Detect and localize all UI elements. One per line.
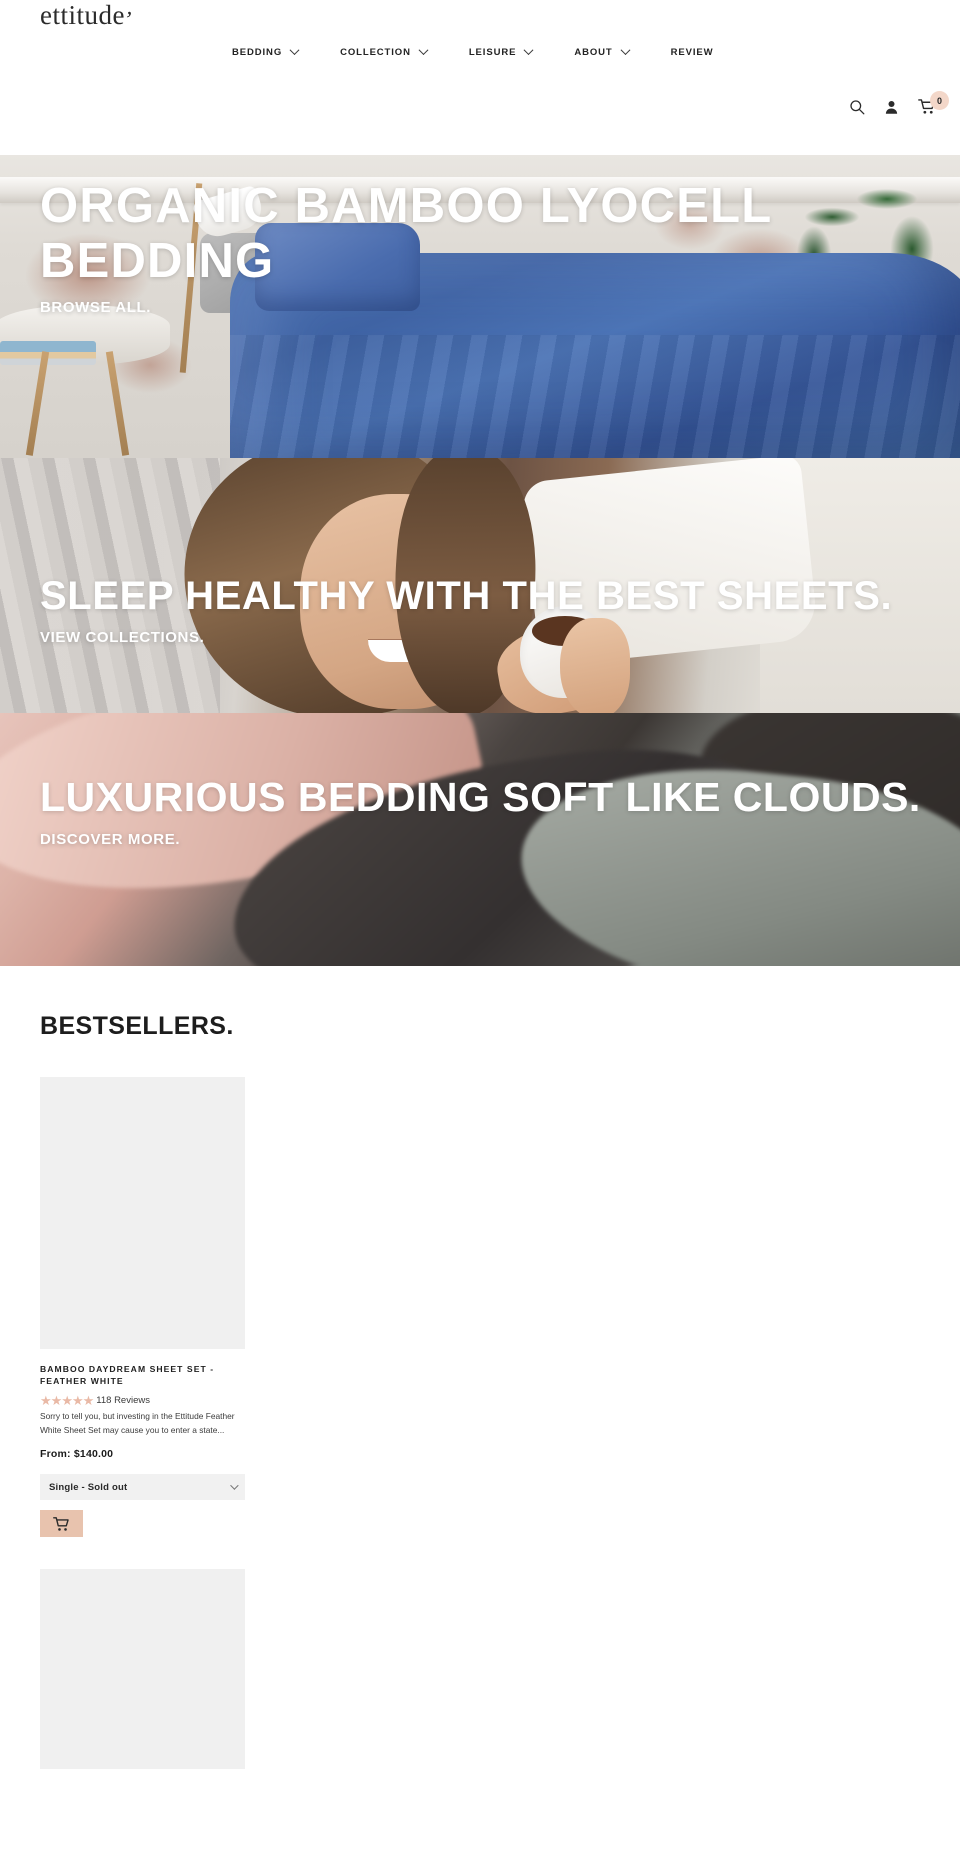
- product-description: Sorry to tell you, but investing in the …: [40, 1410, 235, 1435]
- product-grid: BAMBOO DAYDREAM SHEET SET - FEATHER WHIT…: [40, 1077, 920, 1770]
- nav-label-review: REVIEW: [670, 47, 714, 58]
- hero-banner-bedding[interactable]: ORGANIC BAMBOO LYOCELL BEDDING BROWSE AL…: [0, 155, 960, 458]
- site-header: ettitude’ BEDDING COLLECTION LEISURE ABO…: [0, 0, 960, 155]
- bestsellers-section: BESTSELLERS. BAMBOO DAYDREAM SHEET SET -…: [0, 966, 960, 1770]
- banner-sleep-healthy-title: SLEEP HEALTHY WITH THE BEST SHEETS.: [40, 574, 893, 618]
- product-image-next[interactable]: [40, 1569, 245, 1770]
- product-rating: ★ ★ ★ ★ ★ 118 Reviews: [40, 1394, 245, 1407]
- logo-text: ettitude: [40, 0, 125, 30]
- hero-banner-title: ORGANIC BAMBOO LYOCELL BEDDING: [40, 179, 772, 288]
- nav-label-bedding: BEDDING: [232, 47, 283, 58]
- hero-banner-content: ORGANIC BAMBOO LYOCELL BEDDING BROWSE AL…: [40, 179, 960, 317]
- main-navigation: BEDDING COLLECTION LEISURE ABOUT REVIEW: [232, 44, 714, 58]
- nav-label-about: ABOUT: [574, 47, 613, 58]
- logo-tail: ’: [122, 6, 135, 33]
- nav-label-leisure: LEISURE: [468, 47, 517, 58]
- account-icon[interactable]: [884, 99, 899, 115]
- chevron-down-icon: [230, 1481, 239, 1490]
- cart-icon: [53, 1516, 69, 1531]
- banner-luxurious-bedding[interactable]: LUXURIOUS BEDDING SOFT LIKE CLOUDS. DISC…: [0, 713, 960, 966]
- variant-select[interactable]: Single - Sold out: [40, 1474, 245, 1501]
- discover-more-link[interactable]: DISCOVER MORE.: [40, 831, 180, 848]
- variant-select-value: Single - Sold out: [49, 1481, 128, 1493]
- nav-item-leisure[interactable]: LEISURE: [468, 44, 534, 58]
- bestsellers-heading: BESTSELLERS.: [40, 1012, 234, 1040]
- chevron-down-icon: [523, 44, 534, 55]
- view-collections-link[interactable]: VIEW COLLECTIONS.: [40, 629, 204, 646]
- banner-sleep-healthy[interactable]: SLEEP HEALTHY WITH THE BEST SHEETS. VIEW…: [0, 458, 960, 713]
- product-card: BAMBOO DAYDREAM SHEET SET - FEATHER WHIT…: [40, 1077, 245, 1770]
- add-to-cart-button[interactable]: [40, 1510, 83, 1538]
- banner-sleep-healthy-content: SLEEP HEALTHY WITH THE BEST SHEETS. VIEW…: [40, 574, 892, 647]
- product-title[interactable]: BAMBOO DAYDREAM SHEET SET - FEATHER WHIT…: [40, 1363, 245, 1388]
- site-logo[interactable]: ettitude’: [40, 0, 135, 33]
- nav-item-collection[interactable]: COLLECTION: [340, 44, 429, 58]
- header-utility-bar: 0: [849, 91, 949, 115]
- star-rating-icon: ★ ★ ★ ★ ★: [40, 1392, 94, 1408]
- product-price: From: $140.00: [40, 1448, 114, 1461]
- review-count[interactable]: 118 Reviews: [96, 1395, 150, 1406]
- cart-icon[interactable]: 0: [918, 91, 949, 115]
- browse-all-link[interactable]: BROWSE ALL.: [40, 299, 151, 316]
- nav-item-review[interactable]: REVIEW: [671, 47, 714, 58]
- chevron-down-icon: [289, 44, 300, 55]
- chevron-down-icon: [620, 44, 631, 55]
- nav-label-collection: COLLECTION: [340, 47, 411, 58]
- nav-item-about[interactable]: ABOUT: [574, 44, 631, 58]
- product-image[interactable]: [40, 1077, 245, 1349]
- chevron-down-icon: [418, 44, 429, 55]
- search-icon[interactable]: [849, 99, 865, 115]
- banner-luxurious-bedding-content: LUXURIOUS BEDDING SOFT LIKE CLOUDS. DISC…: [40, 774, 921, 849]
- banner-luxurious-bedding-title: LUXURIOUS BEDDING SOFT LIKE CLOUDS.: [40, 774, 921, 820]
- cart-count-badge: 0: [930, 91, 949, 110]
- nav-item-bedding[interactable]: BEDDING: [232, 44, 300, 58]
